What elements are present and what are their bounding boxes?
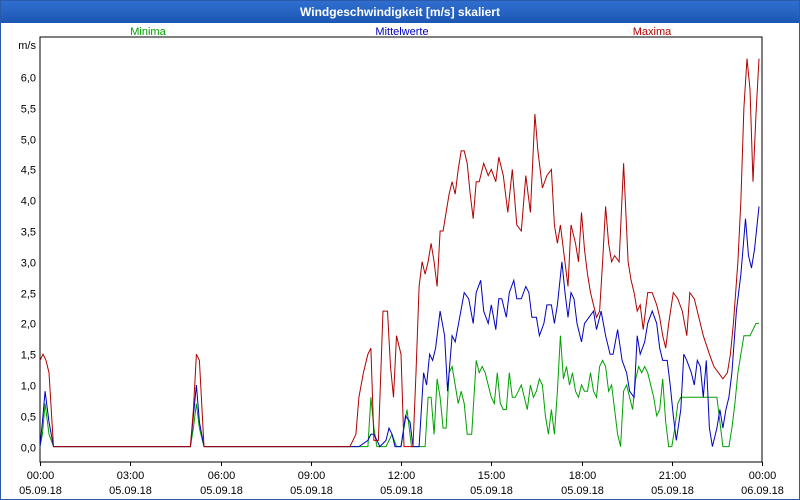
x-tick-time: 09:00 bbox=[298, 470, 326, 482]
x-tick-date: 05.09.18 bbox=[470, 485, 513, 497]
x-tick-time: 03:00 bbox=[117, 470, 145, 482]
y-tick-label: 0,0 bbox=[21, 443, 36, 455]
x-tick-time: 21:00 bbox=[659, 470, 687, 482]
legend-entry-minima: Minima bbox=[130, 26, 166, 38]
x-tick-date: 05.09.18 bbox=[290, 485, 333, 497]
y-tick-label: 6,0 bbox=[21, 73, 36, 85]
x-tick-time: 12:00 bbox=[388, 470, 416, 482]
y-tick-label: 4,0 bbox=[21, 196, 36, 208]
x-tick-date: 05.09.18 bbox=[109, 485, 152, 497]
x-tick-time: 00:00 bbox=[749, 470, 777, 482]
x-tick-date: 05.09.18 bbox=[561, 485, 604, 497]
y-tick-label: 0,5 bbox=[21, 412, 36, 424]
legend-entry-mittelwerte: Mittelwerte bbox=[375, 26, 428, 38]
x-tick-date: 05.09.18 bbox=[651, 485, 694, 497]
y-tick-label: 5,5 bbox=[21, 104, 36, 116]
x-tick-date: 05.09.18 bbox=[380, 485, 423, 497]
y-tick-label: 3,0 bbox=[21, 258, 36, 270]
wind-speed-chart: 0,0 0,5 1,0 1,5 2,0 2,5 3,0 3,5 4,0 4,5 5,0 5,5 6,0 m… bbox=[18, 26, 784, 497]
y-tick-label: 2,5 bbox=[21, 289, 36, 301]
y-tick-label: 2,0 bbox=[21, 319, 36, 331]
legend: Minima Mittelwerte Maxima bbox=[130, 26, 672, 38]
x-tick-time: 06:00 bbox=[208, 470, 236, 482]
y-tick-label: 4,5 bbox=[21, 165, 36, 177]
x-tick-date: 05.09.18 bbox=[200, 485, 243, 497]
y-tick-label: 5,0 bbox=[21, 135, 36, 147]
x-tick-date: 05.09.18 bbox=[19, 485, 62, 497]
x-tick-time: 18:00 bbox=[569, 470, 597, 482]
x-tick-date: 06.09.18 bbox=[741, 485, 784, 497]
x-tick-time: 15:00 bbox=[478, 470, 506, 482]
y-tick-label: 1,5 bbox=[21, 350, 36, 362]
y-axis-label: m/s bbox=[18, 40, 36, 52]
y-tick-label: 1,0 bbox=[21, 381, 36, 393]
x-tick-time: 00:00 bbox=[27, 470, 55, 482]
y-tick-label: 3,5 bbox=[21, 227, 36, 239]
legend-entry-maxima: Maxima bbox=[633, 26, 672, 38]
